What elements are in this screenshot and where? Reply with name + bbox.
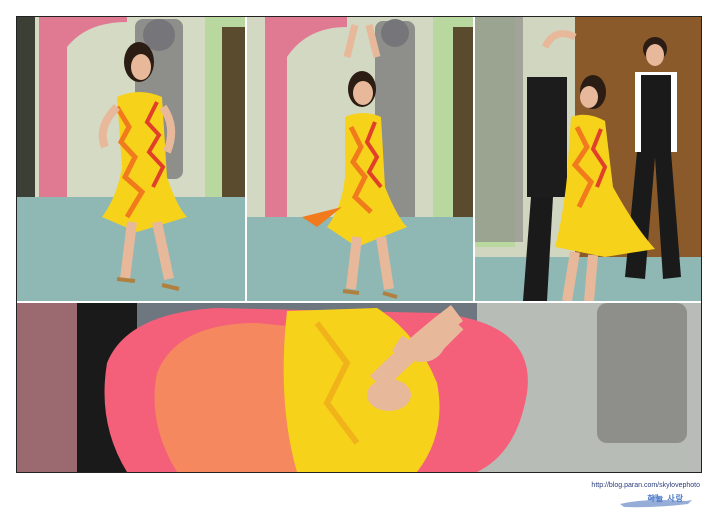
photo-panel-dancer-pose-2: [247, 17, 473, 301]
credit-url: http://blog.paran.com/skylovephoto: [591, 482, 700, 489]
photo-panel-dancing-couple: [475, 17, 701, 301]
credit-logo-text: 하늘 사랑: [647, 494, 684, 503]
photo-panel-dancer-pose-1: [17, 17, 245, 301]
photographer-credit: http://blog.paran.com/skylovephoto 하늘 사랑: [560, 480, 710, 514]
photo-panel-skirt-closeup: [17, 303, 701, 472]
